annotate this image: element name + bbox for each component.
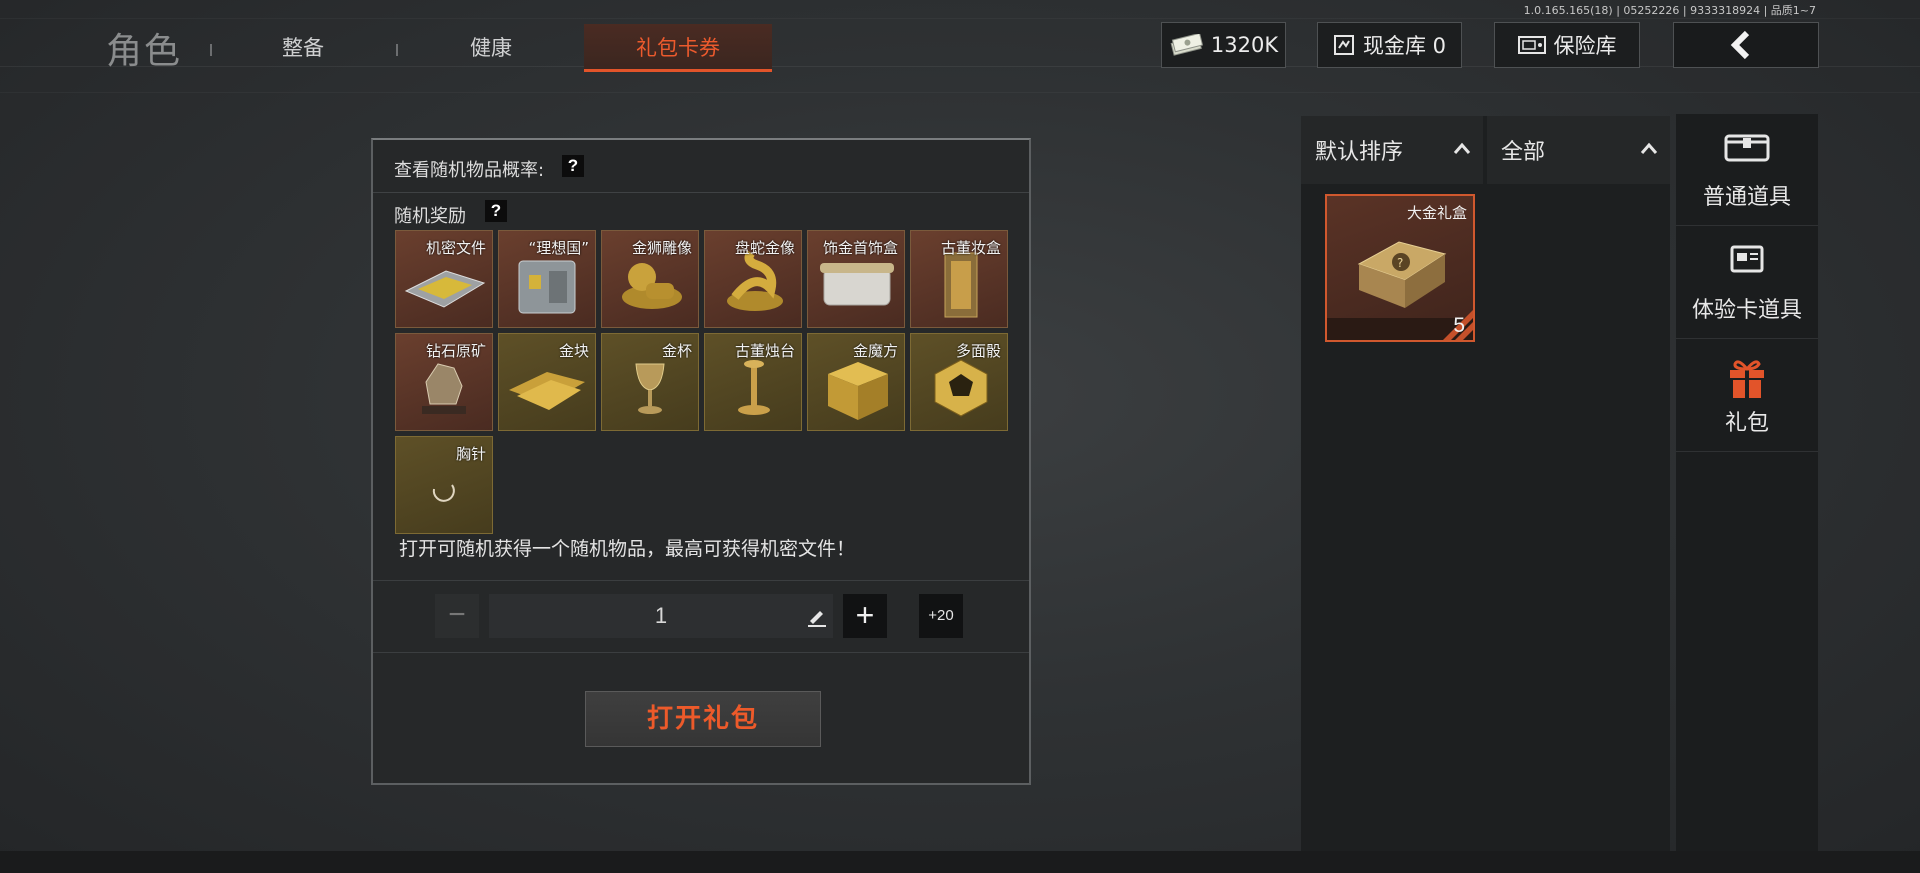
tab-health[interactable]: 健康 bbox=[434, 24, 548, 72]
open-gift-button[interactable]: 打开礼包 bbox=[585, 691, 821, 747]
cash-icon bbox=[1170, 34, 1203, 56]
reward-cell[interactable]: 古董妆盒 bbox=[910, 230, 1008, 328]
chest-icon bbox=[1724, 134, 1770, 162]
sort-dropdown[interactable]: 默认排序 bbox=[1301, 116, 1483, 184]
tab-equipment[interactable]: 整备 bbox=[246, 24, 360, 72]
category-gift-packs[interactable]: 礼包 bbox=[1676, 340, 1818, 452]
category-label: 体验卡道具 bbox=[1691, 298, 1802, 323]
svg-text:?: ? bbox=[1397, 256, 1403, 270]
category-normal-items[interactable]: 普通道具 bbox=[1676, 114, 1818, 226]
nav-title[interactable]: 角色 bbox=[106, 22, 182, 74]
card-icon bbox=[1730, 245, 1764, 273]
bottom-bar bbox=[0, 851, 1920, 873]
filter-dropdown[interactable]: 全部 bbox=[1487, 116, 1670, 184]
tab-gift-cards[interactable]: 礼包卡券 bbox=[584, 24, 772, 72]
quantity-value: 1 bbox=[654, 603, 668, 628]
chevron-up-icon bbox=[1640, 142, 1658, 154]
gift-open-panel: 查看随机物品概率: ? 随机奖励 ? 机密文件 “理想国” 金狮雕像 盘蛇金像 … bbox=[371, 138, 1031, 785]
reward-cell[interactable]: 古董烛台 bbox=[704, 333, 802, 431]
quantity-minus-button[interactable]: − bbox=[435, 594, 479, 638]
reward-cell[interactable]: 胸针 bbox=[395, 436, 493, 534]
divider bbox=[373, 580, 1029, 581]
reward-cell[interactable]: 钻石原矿 bbox=[395, 333, 493, 431]
quantity-input[interactable]: 1 bbox=[489, 594, 833, 638]
description-text: 打开可随机获得一个随机物品，最高可获得机密文件！ bbox=[399, 538, 856, 560]
reward-cell[interactable]: 盘蛇金像 bbox=[704, 230, 802, 328]
cash-vault-button[interactable]: 现金库 0 bbox=[1317, 22, 1462, 68]
safe-button[interactable]: 保险库 bbox=[1494, 22, 1640, 68]
safe-icon bbox=[1517, 36, 1546, 54]
divider bbox=[373, 652, 1029, 653]
rewards-label: 随机奖励 bbox=[394, 206, 466, 227]
back-button[interactable] bbox=[1673, 22, 1819, 68]
reward-cell[interactable]: 金魔方 bbox=[807, 333, 905, 431]
back-arrow-icon bbox=[1730, 30, 1750, 60]
item-count: 5 bbox=[1453, 314, 1465, 337]
quantity-plus-button[interactable]: + bbox=[843, 594, 887, 638]
cash-vault-label: 现金库 0 bbox=[1362, 34, 1447, 58]
category-sidebar: 普通道具 体验卡道具 礼包 bbox=[1676, 114, 1818, 853]
safe-label: 保险库 bbox=[1553, 34, 1617, 58]
quantity-plus20-button[interactable]: +20 bbox=[919, 594, 963, 638]
inventory-item[interactable]: ? 大金礼盒 5 bbox=[1325, 194, 1475, 342]
money-amount: 1320K bbox=[1210, 33, 1279, 57]
nav-separator bbox=[210, 44, 212, 56]
reward-cell[interactable]: 多面骰 bbox=[910, 333, 1008, 431]
probability-label: 查看随机物品概率: bbox=[394, 160, 545, 181]
sort-label: 默认排序 bbox=[1315, 140, 1404, 165]
reward-cell[interactable]: “理想国” bbox=[498, 230, 596, 328]
reward-cell[interactable]: 金杯 bbox=[601, 333, 699, 431]
version-text: 1.0.165.165(18) | 05252226 | 9333318924 … bbox=[1523, 4, 1816, 17]
reward-cell[interactable]: 金狮雕像 bbox=[601, 230, 699, 328]
reward-cell[interactable]: 金块 bbox=[498, 333, 596, 431]
money-display: 1320K bbox=[1161, 22, 1286, 68]
category-label: 普通道具 bbox=[1702, 185, 1791, 210]
inventory-panel: 默认排序 全部 ? 大金礼盒 5 bbox=[1301, 116, 1670, 853]
vault-icon bbox=[1333, 35, 1354, 55]
reward-cell[interactable]: 机密文件 bbox=[395, 230, 493, 328]
reward-cell[interactable]: 饰金首饰盒 bbox=[807, 230, 905, 328]
probability-help-icon[interactable]: ? bbox=[562, 155, 584, 177]
rewards-help-icon[interactable]: ? bbox=[485, 200, 507, 222]
nav-separator bbox=[396, 44, 398, 56]
item-name: 大金礼盒 bbox=[1406, 204, 1467, 222]
edit-pencil-icon bbox=[808, 611, 826, 627]
filter-label: 全部 bbox=[1501, 140, 1546, 165]
chevron-up-icon bbox=[1453, 142, 1471, 154]
category-trial-cards[interactable]: 体验卡道具 bbox=[1676, 227, 1818, 339]
category-label: 礼包 bbox=[1724, 411, 1769, 436]
probability-row: 查看随机物品概率: ? bbox=[373, 140, 1029, 193]
gift-icon bbox=[1730, 360, 1764, 398]
